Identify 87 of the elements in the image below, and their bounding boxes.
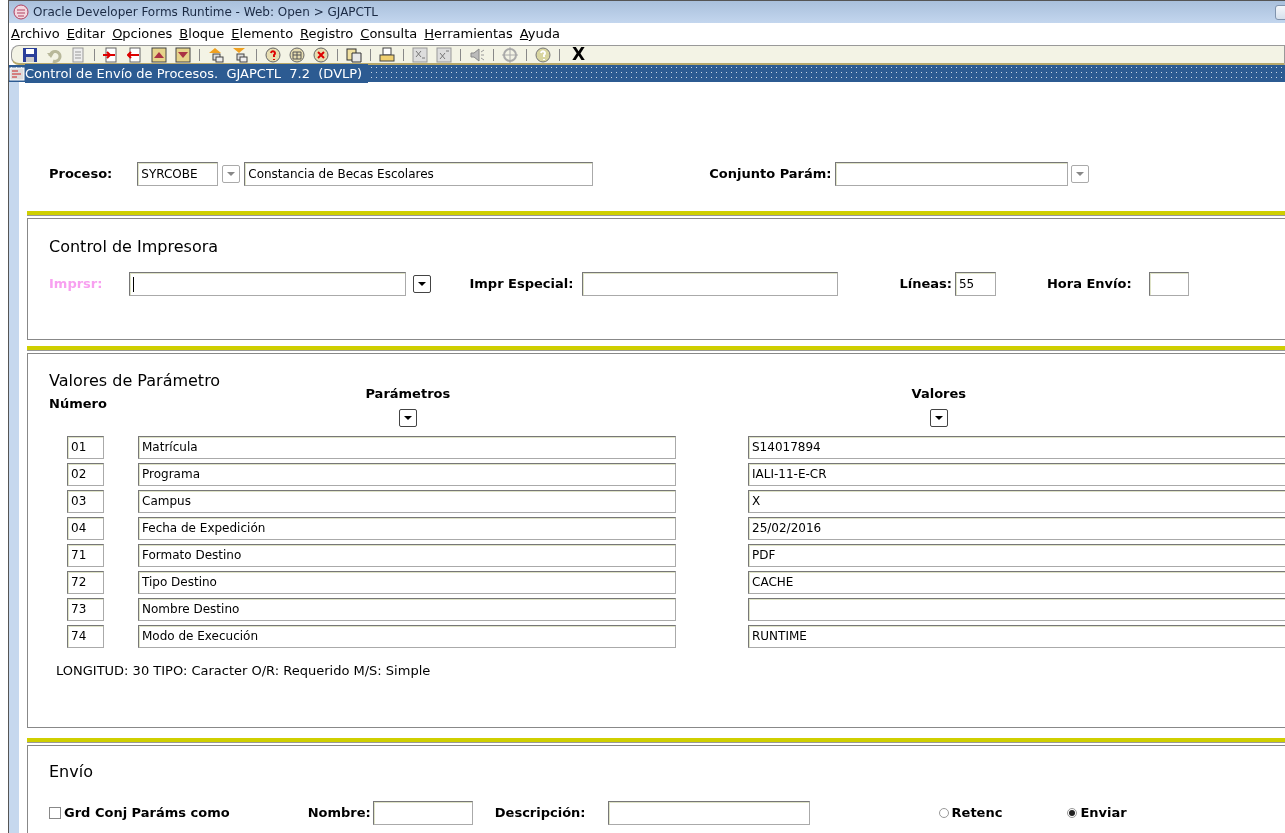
insert-record-icon[interactable] [103,46,119,63]
input-field: 03 [67,489,104,513]
input-field: 02 [67,462,104,486]
up-icon[interactable] [151,46,167,63]
field-label: Líneas: [899,275,952,294]
field-label: Conjunto Parám: [709,165,832,184]
delete-database-icon[interactable] [313,46,329,63]
input-field: 74 [67,624,104,648]
input-field[interactable]: S14017894 [748,435,1285,459]
radio-button[interactable]: Retenc [938,803,1003,823]
caret-icon [418,282,427,286]
input-field[interactable]: Constancia de Becas Escolares [244,162,594,186]
stack-down-icon[interactable] [232,46,248,63]
column-header: Parámetros [365,385,451,403]
input-field[interactable]: 55 [954,272,996,296]
subscript-icon[interactable] [412,46,428,63]
input-field: 01 [67,435,104,459]
field-label: Imprsr: [49,275,103,294]
checkbox[interactable]: Grd Conj Paráms como [49,803,230,823]
field-label: Nombre: [307,804,371,823]
menu-item[interactable]: Ayuda [519,24,560,44]
input-field[interactable] [129,272,407,296]
input-field[interactable]: IALI-11-E-CR [748,462,1285,486]
input-field[interactable]: RUNTIME [748,624,1285,648]
menu-item[interactable]: Elemento [231,24,294,44]
section-title: Control de Impresora [49,236,220,258]
caret-icon [1075,172,1084,176]
status-hint: LONGITUD: 30 TIPO: Caracter O/R: Requerido M/S: Simple [56,661,432,680]
input-field: Programa [138,462,676,486]
menu-item[interactable]: Consulta [360,24,418,44]
input-field[interactable]: CACHE [748,570,1285,594]
dropdown-button[interactable] [413,275,432,293]
help-icon[interactable] [535,46,551,63]
stack-up-icon[interactable] [208,46,224,63]
input-field: 04 [67,516,104,540]
input-field[interactable] [372,801,473,825]
form-title: Control de Envío de Procesos. GJAPCTL 7.2 (DVLP) [25,63,369,84]
save-icon[interactable] [22,46,38,63]
input-field[interactable]: PDF [748,543,1285,567]
column-header: Número [49,395,107,413]
input-field: Modo de Execución [138,624,676,648]
input-field[interactable]: X [748,489,1285,513]
printer-icon[interactable] [379,46,395,63]
input-field: Tipo Destino [138,570,676,594]
input-field: Matrícula [138,435,676,459]
input-field[interactable] [607,801,810,825]
superscript-icon[interactable] [436,46,452,63]
menu-item[interactable]: Registro [300,24,354,44]
section-title: Envío [49,761,94,783]
input-field[interactable]: 25/02/2016 [748,516,1285,540]
menu-item[interactable]: Bloque [179,24,225,44]
input-field: Fecha de Expedición [138,516,676,540]
menu-item[interactable]: Opciones [112,24,173,44]
speaker-icon[interactable] [469,46,485,63]
radio-button[interactable]: Enviar [1067,803,1127,823]
form-icon [9,66,25,81]
input-field[interactable] [834,162,1068,186]
remove-record-icon[interactable] [127,46,143,63]
input-field: 73 [67,597,104,621]
input-field: Nombre Destino [138,597,676,621]
down-icon[interactable] [175,46,191,63]
app-icon [13,4,29,20]
menu-item[interactable]: Editar [66,24,106,44]
input-field: 71 [67,543,104,567]
caret-icon [403,415,412,420]
section-title: Valores de Parámetro [49,372,222,390]
caret-icon [227,172,236,176]
input-field[interactable] [582,272,839,296]
menu-item[interactable]: Herramientas [424,24,513,44]
input-field: Campus [138,489,676,513]
exit-button[interactable]: X [572,46,586,63]
input-field[interactable]: SYRCOBE [137,162,219,186]
field-label: Proceso: [49,165,113,184]
field-label: Hora Envío: [1046,275,1132,294]
dropdown-button[interactable] [929,408,948,427]
caret-icon [934,415,943,420]
dropdown-button[interactable] [398,408,417,427]
column-header: Valores [911,385,967,403]
field-label: Descripción: [494,804,586,823]
menu-item[interactable]: Archivo [11,24,60,44]
copy-icon[interactable] [346,46,362,63]
input-field[interactable] [1148,272,1189,296]
input-field: Formato Destino [138,543,676,567]
field-label: Impr Especial: [469,275,574,294]
input-field: 72 [67,570,104,594]
input-field[interactable] [748,597,1285,621]
window-title: Oracle Developer Forms Runtime - Web: Open > GJAPCTL [33,4,378,21]
